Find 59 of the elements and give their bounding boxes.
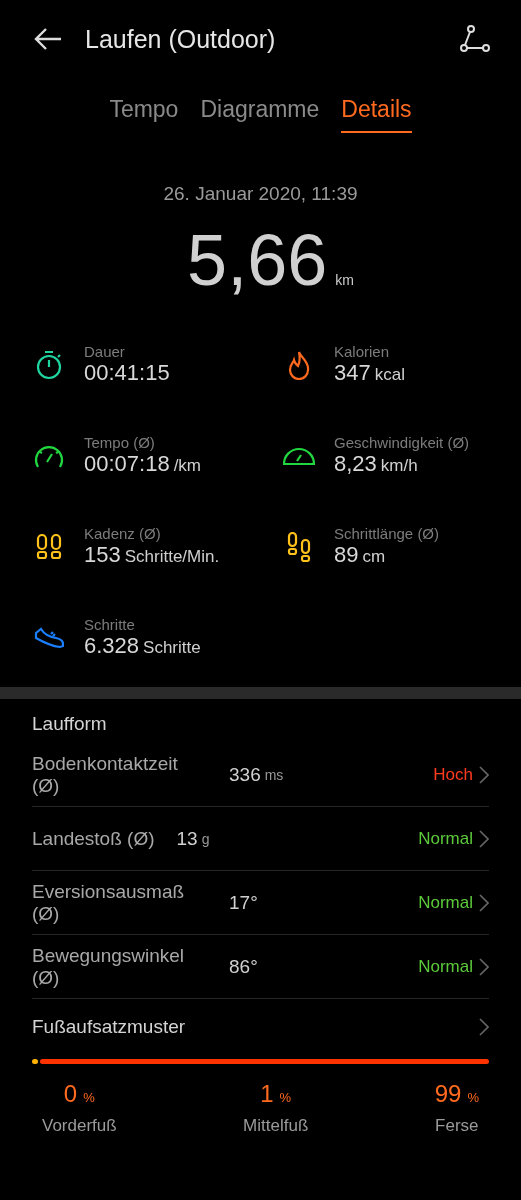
metric-value: 17° bbox=[229, 891, 258, 914]
stat-label: Tempo (Ø) bbox=[84, 434, 156, 451]
rating[interactable]: Normal bbox=[418, 892, 473, 913]
percentage-value: 1 bbox=[260, 1080, 274, 1108]
chevron-icon[interactable] bbox=[479, 1018, 489, 1036]
back-arrow-icon[interactable] bbox=[33, 27, 63, 51]
stat-label: Schritte bbox=[84, 616, 136, 633]
metric-label: Bodenkontaktzeit (Ø) bbox=[32, 752, 179, 797]
foot-zone-label: Mittelfuß bbox=[243, 1116, 309, 1136]
chevron-icon[interactable] bbox=[479, 765, 489, 784]
stat-unit: /km bbox=[173, 456, 202, 476]
stat-value: 00:41:15 bbox=[84, 360, 170, 386]
tab[interactable]: Diagramme bbox=[200, 92, 320, 133]
percentage-value: 99 bbox=[434, 1080, 462, 1108]
stat-value: 347 bbox=[334, 360, 371, 386]
distance-value: 5,66 bbox=[187, 219, 328, 301]
percent-unit: % bbox=[83, 1090, 95, 1105]
metric-label: Eversionsausmaß (Ø) bbox=[32, 880, 186, 925]
rating[interactable]: Normal bbox=[418, 828, 473, 849]
tab[interactable]: Tempo bbox=[109, 92, 179, 133]
metric-label: Bewegungswinkel (Ø) bbox=[32, 944, 186, 989]
stat-label: Geschwindigkeit (Ø) bbox=[334, 434, 470, 451]
section-title: Laufform bbox=[32, 712, 108, 736]
stat-value: 6.328 bbox=[84, 633, 140, 659]
stat-unit: Schritte bbox=[143, 638, 201, 658]
metric-unit: g bbox=[201, 830, 210, 847]
percentage-value: 0 bbox=[63, 1080, 78, 1108]
percent-unit: % bbox=[279, 1090, 292, 1105]
stat-value: 00:07:18 bbox=[84, 451, 170, 477]
percent-unit: % bbox=[467, 1090, 479, 1105]
rating[interactable]: Hoch bbox=[433, 764, 473, 785]
stat-label: Kalorien bbox=[334, 343, 391, 360]
stat-unit: cm bbox=[362, 547, 386, 567]
stat-unit: Schritte/Min. bbox=[124, 547, 220, 567]
tab[interactable]: Details bbox=[341, 92, 412, 133]
stat-label: Kadenz (Ø) bbox=[84, 525, 162, 542]
stat-label: Dauer bbox=[84, 343, 126, 360]
screen-title: Laufen (Outdoor) bbox=[85, 24, 277, 54]
metric-value: 86° bbox=[229, 955, 258, 978]
metric-unit: ms bbox=[264, 766, 284, 783]
rating[interactable]: Normal bbox=[418, 956, 473, 977]
stat-unit: km/h bbox=[380, 456, 418, 476]
distance-unit: km bbox=[335, 272, 354, 288]
chevron-icon[interactable] bbox=[479, 957, 489, 976]
metric-label: Landestoß (Ø) bbox=[32, 827, 155, 850]
stat-value: 89 bbox=[334, 542, 359, 568]
route-icon[interactable] bbox=[459, 24, 491, 54]
chevron-icon[interactable] bbox=[479, 829, 489, 848]
stat-unit: kcal bbox=[374, 365, 405, 385]
date-time: 26. Januar 2020, 11:39 bbox=[162, 183, 359, 205]
stat-label: Schrittlänge (Ø) bbox=[334, 525, 440, 542]
chevron-icon[interactable] bbox=[479, 893, 489, 912]
metric-value: 336 bbox=[229, 763, 261, 786]
stat-value: 153 bbox=[84, 542, 121, 568]
metric-value: 13 bbox=[176, 827, 198, 850]
section-title: Fußaufsatzmuster bbox=[32, 1016, 187, 1038]
foot-zone-label: Ferse bbox=[435, 1116, 479, 1136]
foot-zone-label: Vorderfuß bbox=[42, 1116, 117, 1136]
stat-value: 8,23 bbox=[334, 451, 377, 477]
